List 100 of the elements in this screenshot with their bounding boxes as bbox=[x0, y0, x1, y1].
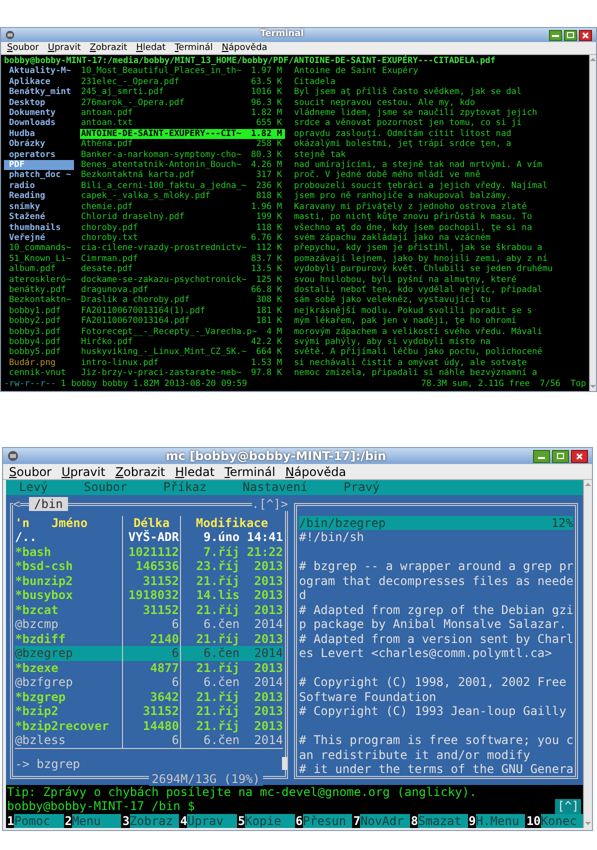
function-key-button[interactable]: Kopie bbox=[245, 814, 295, 828]
file-row[interactable]: *bzcat 31152 21.říj 2013 bbox=[15, 602, 283, 617]
directory-entry[interactable]: bobby5.pdf bbox=[4, 347, 74, 358]
directory-entry[interactable]: bobby2.pdf bbox=[4, 316, 74, 327]
directory-entry[interactable]: 10_commands~ bbox=[4, 243, 74, 254]
minimize-button[interactable] bbox=[548, 30, 562, 40]
file-row[interactable]: Cimrman.pdf 83.7 K bbox=[80, 254, 285, 264]
file-row[interactable]: choroby.pdf 118 K bbox=[80, 222, 285, 233]
file-row[interactable]: Chlorid draselný.pdf 199 K bbox=[80, 212, 285, 222]
function-key-button[interactable]: Menu bbox=[72, 814, 122, 828]
menu-item[interactable]: Terminál bbox=[224, 466, 276, 478]
file-row[interactable]: Jiz-brzy-v-praci-zastarate-neb~ 97.8 K bbox=[80, 368, 285, 379]
file-row[interactable]: FA201100670013164(1).pdf 181 K bbox=[80, 306, 285, 316]
file-row[interactable]: Athéna.pdf 258 K bbox=[80, 139, 285, 150]
file-row[interactable]: *bzip2recover 14480 21.říj 2013 bbox=[15, 718, 283, 733]
directory-entry[interactable]: Dokumenty bbox=[4, 108, 74, 118]
directory-entry[interactable]: ateroskleró~ bbox=[4, 274, 74, 285]
file-row[interactable]: 10_Most_Beautiful_Places_in_th~ 1.97 M bbox=[80, 66, 285, 77]
file-row[interactable]: *bzexe 4877 21.říj 2013 bbox=[15, 660, 283, 675]
directory-entry[interactable]: Benátky_mint bbox=[4, 87, 74, 98]
column-header[interactable]: Délka bbox=[123, 516, 181, 530]
directory-entry[interactable]: 51_Known_Li~ bbox=[4, 254, 74, 264]
file-row[interactable]: huskyviking_-_Linux_Mint_CZ_SK.~ 664 K bbox=[80, 347, 285, 358]
function-key-button[interactable]: Smazat bbox=[418, 814, 468, 828]
file-row[interactable]: intro-linux.pdf 1.53 M bbox=[80, 358, 285, 368]
menu-item[interactable]: Soubor bbox=[9, 466, 52, 478]
directory-entry[interactable]: Bezkontaktn~ bbox=[4, 295, 74, 306]
file-row[interactable]: choroby.txt 6.76 K bbox=[80, 232, 285, 244]
mc-menu-item[interactable]: Levý bbox=[19, 480, 48, 494]
file-row[interactable]: dragunova.pdf 66.8 K bbox=[80, 284, 285, 296]
menu-item[interactable]: Hledat bbox=[136, 44, 166, 52]
directory-entry[interactable]: Hudba bbox=[4, 128, 74, 140]
file-row[interactable]: *bsd-csh 146536 23.říj 2013 bbox=[15, 559, 283, 574]
function-key-button[interactable]: Přesun bbox=[302, 814, 352, 828]
minimize-button[interactable] bbox=[533, 450, 550, 462]
directory-entry[interactable]: phatch_doc ~ bbox=[4, 170, 74, 181]
menu-item[interactable]: Upravit bbox=[48, 44, 81, 52]
directory-entry[interactable]: bobby1.pdf bbox=[4, 306, 74, 316]
directory-entry[interactable]: Desktop bbox=[4, 98, 74, 108]
menu-item[interactable]: Zobrazit bbox=[90, 44, 128, 52]
file-row[interactable]: antoan.txt 655 K bbox=[80, 118, 285, 129]
function-key-button[interactable]: Uprav bbox=[187, 814, 237, 828]
directory-entry[interactable]: Obrázky bbox=[4, 139, 74, 150]
menu-item[interactable]: Nápověda bbox=[285, 466, 346, 478]
file-row[interactable]: 231elec_-_Opera.pdf 63.5 K bbox=[80, 76, 285, 88]
file-row[interactable]: Bezkontaktná karta.pdf 317 K bbox=[80, 170, 285, 181]
file-row[interactable]: 276marok_-_Opera.pdf 96.3 K bbox=[80, 98, 285, 108]
directory-entry[interactable]: album.pdf bbox=[4, 264, 74, 275]
directory-entry[interactable]: snímky bbox=[4, 202, 74, 212]
directory-entry[interactable]: operators bbox=[4, 150, 74, 160]
mc-menu-item[interactable]: Pravý bbox=[344, 480, 380, 494]
file-row[interactable]: *bunzip2 31152 21.říj 2013 bbox=[15, 574, 283, 588]
file-row[interactable]: @bzcmp 6 6.čen 2014 bbox=[15, 617, 283, 632]
file-row[interactable]: antoan.pdf 1.82 M bbox=[80, 108, 285, 118]
directory-entry[interactable]: cennik-vnut bbox=[4, 368, 74, 379]
file-row[interactable]: FA201100670013164.pdf 181 K bbox=[80, 316, 285, 327]
directory-entry[interactable]: Aplikace bbox=[4, 76, 74, 88]
directory-entry[interactable]: radio bbox=[4, 180, 74, 192]
directory-entry[interactable]: Veřejné bbox=[4, 232, 74, 244]
directory-entry[interactable]: Downloads bbox=[4, 118, 74, 129]
file-row[interactable]: *bash 1021112 7.říj 21:22 bbox=[15, 544, 283, 559]
directory-entry[interactable]: Stažené bbox=[4, 212, 74, 222]
mc-menu-item[interactable]: Soubor bbox=[84, 480, 128, 494]
close-button[interactable] bbox=[571, 450, 588, 462]
file-row[interactable]: chemie.pdf 1.96 M bbox=[80, 202, 285, 212]
directory-entry[interactable]: bobby3.pdf bbox=[4, 326, 74, 337]
file-row[interactable]: @bzfgrep 6 6.čen 2014 bbox=[15, 675, 283, 690]
menu-item[interactable]: Terminál bbox=[174, 44, 213, 52]
terminal-app-icon[interactable] bbox=[7, 450, 19, 462]
directory-entry[interactable]: Reading bbox=[4, 191, 74, 202]
directory-entry[interactable]: thumbnails bbox=[4, 222, 74, 233]
function-key-button[interactable]: Zobraz bbox=[130, 814, 180, 828]
file-row[interactable]: *bzgrep 3642 21.říj 2013 bbox=[15, 690, 283, 704]
menu-item[interactable]: Upravit bbox=[61, 466, 106, 478]
mc-menu-item[interactable]: Nastavení bbox=[242, 480, 308, 494]
file-row[interactable]: capek_-_valka_s_mloky.pdf 818 K bbox=[80, 191, 285, 202]
file-row[interactable]: Benes_atentatnik-Antonin_Bouch~ 4.26 M bbox=[80, 160, 285, 170]
file-row[interactable]: Fotorecept__-_Recepty_-_Varecha.p~ 4 M bbox=[80, 326, 285, 337]
sort-indicator[interactable]: 'n bbox=[15, 516, 30, 530]
function-key-button[interactable]: NovAdr bbox=[360, 814, 410, 828]
function-key-button[interactable]: Pomoc bbox=[14, 814, 64, 828]
file-row[interactable]: Bili_a_cerni-100_faktu_a_jedna_~ 236 K bbox=[80, 180, 285, 192]
file-row[interactable]: dockame-se-zakazu-psychotronick~ 125 K bbox=[80, 274, 285, 285]
file-row[interactable]: Banker-a-narkoman-symptomy-cho~ 80.3 K bbox=[80, 150, 285, 160]
directory-entry[interactable]: Aktuality-M~ bbox=[4, 66, 74, 77]
file-row[interactable]: desate.pdf 13.5 K bbox=[80, 264, 285, 275]
file-row[interactable]: /.. VYŠ-ADR 9.úno 14:41 bbox=[15, 530, 283, 544]
directory-entry[interactable]: bobby4.pdf bbox=[4, 336, 74, 348]
directory-entry[interactable]: benátky.pdf bbox=[4, 284, 74, 296]
file-row[interactable]: *bzip2 31152 21.říj 2013 bbox=[15, 704, 283, 718]
file-row[interactable]: 245_aj_smrti.pdf 1016 K bbox=[80, 87, 285, 98]
file-row[interactable]: *busybox 1918032 14.lis 2013 bbox=[15, 588, 283, 602]
mc-menu-item[interactable]: Příkaz bbox=[163, 480, 207, 494]
close-button[interactable] bbox=[578, 30, 592, 40]
terminal-app-icon[interactable] bbox=[5, 30, 15, 40]
file-row[interactable]: @bzless 6 6.čen 2014 bbox=[15, 733, 283, 748]
file-row[interactable]: Hirčko.pdf 42.2 K bbox=[80, 336, 285, 348]
selected-file-row[interactable]: ANTOINE-DE-SAINT-EXUPÉRY---CIT~ 1.82 M bbox=[80, 128, 285, 140]
maximize-button[interactable] bbox=[564, 30, 577, 40]
menu-item[interactable]: Nápověda bbox=[222, 44, 268, 52]
